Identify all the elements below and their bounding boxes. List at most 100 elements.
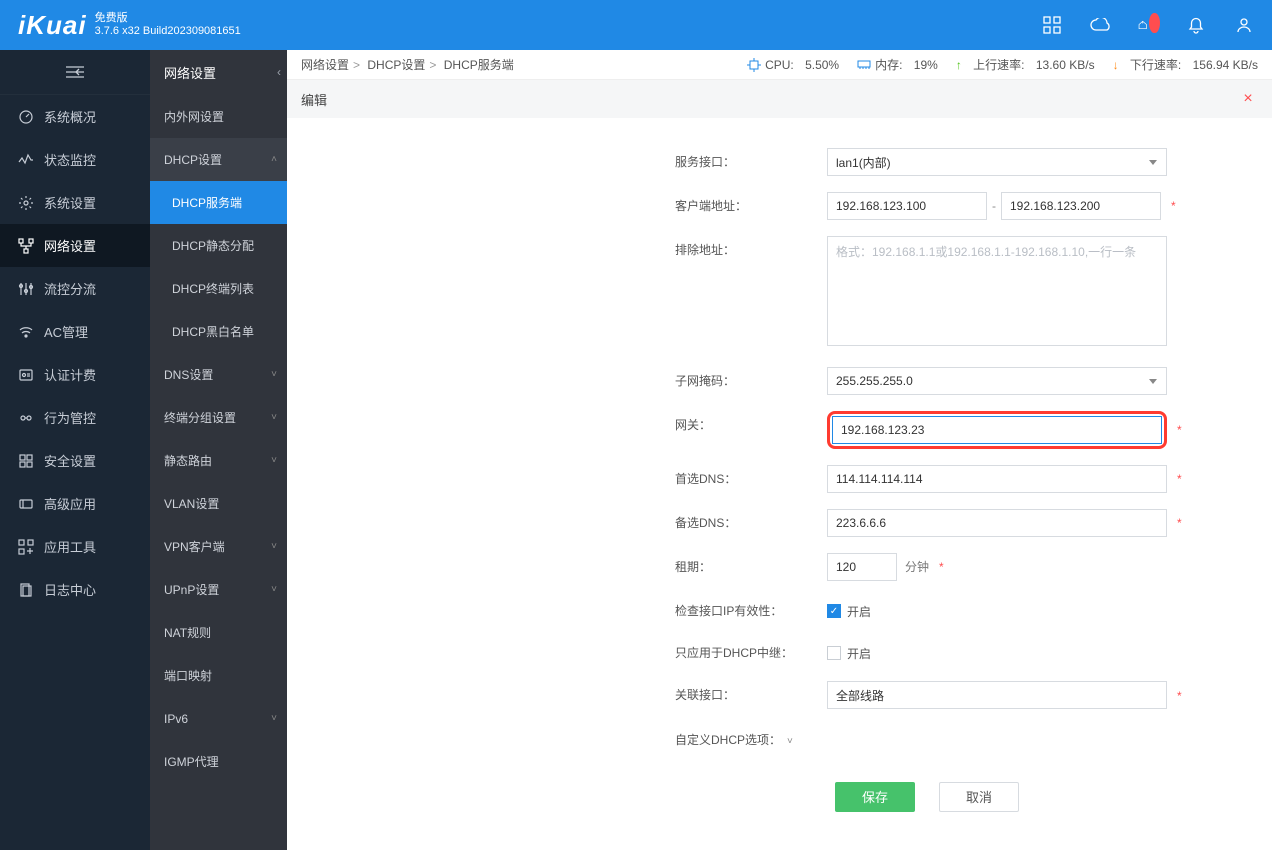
nav-item-log[interactable]: 日志中心	[0, 568, 150, 611]
chevron-down-icon: ˅	[787, 736, 793, 747]
arrow-up-icon: ↑	[956, 58, 962, 72]
gear-icon	[18, 195, 34, 211]
auth-icon	[18, 367, 34, 383]
behavior-icon	[18, 410, 34, 426]
nav-label: 日志中心	[44, 580, 96, 599]
logo-text: iKuai	[18, 10, 87, 41]
cloud-icon[interactable]	[1090, 15, 1110, 35]
chevron-down-icon: ˅	[271, 412, 277, 423]
mask-select[interactable]	[827, 367, 1167, 395]
sub-item-igmp[interactable]: IGMP代理	[150, 740, 287, 783]
sub-item-group[interactable]: 终端分组设置 ˅	[150, 396, 287, 439]
dns2-label: 备选DNS：	[287, 509, 827, 537]
nav-collapse-toggle[interactable]	[0, 50, 150, 95]
custom-label[interactable]: 自定义DHCP选项： ˅	[287, 726, 827, 756]
cpu-metric: CPU: 5.50%	[747, 58, 839, 72]
user-icon[interactable]	[1234, 15, 1254, 35]
custom-label-text: 自定义DHCP选项：	[675, 733, 781, 747]
nav-label: 高级应用	[44, 494, 96, 513]
sub-label: VLAN设置	[164, 495, 219, 512]
edit-title-bar: 编辑 ×	[287, 80, 1272, 118]
nav-item-ac[interactable]: AC管理	[0, 310, 150, 353]
client-start-input[interactable]	[827, 192, 987, 220]
status-metrics: CPU: 5.50% 内存: 19% ↑ 上行速率: 13.60 KB/s ↓ …	[747, 56, 1258, 73]
sub-item-dhcp[interactable]: DHCP设置˄	[150, 138, 287, 181]
nav-item-status[interactable]: 状态监控	[0, 138, 150, 181]
mem-value: 19%	[914, 58, 938, 72]
cpu-label: CPU:	[765, 58, 794, 72]
nav-item-system[interactable]: 系统设置	[0, 181, 150, 224]
sub-item-nat[interactable]: NAT规则	[150, 611, 287, 654]
lease-input[interactable]	[827, 553, 897, 581]
gateway-highlight	[827, 411, 1167, 449]
chevron-down-icon: ˅	[271, 713, 277, 724]
sub-child-label: DHCP服务端	[172, 194, 242, 211]
relay-checkbox[interactable]	[827, 646, 841, 660]
sub-item-dns[interactable]: DNS设置˅	[150, 353, 287, 396]
sub-label: 内外网设置	[164, 108, 224, 125]
sub-child-label: DHCP静态分配	[172, 237, 254, 254]
checkip-checkbox[interactable]: ✓	[827, 604, 841, 618]
sub-child-dhcp-server[interactable]: DHCP服务端	[150, 181, 287, 224]
gateway-input[interactable]	[832, 416, 1162, 444]
relay-text: 开启	[847, 645, 871, 662]
sub-label: 端口映射	[164, 667, 212, 684]
nav-item-overview[interactable]: 系统概况	[0, 95, 150, 138]
nav-item-flow[interactable]: 流控分流	[0, 267, 150, 310]
dns1-label: 首选DNS：	[287, 465, 827, 493]
nav-label: 行为管控	[44, 408, 96, 427]
sub-label: 终端分组设置	[164, 409, 236, 426]
assoc-input[interactable]	[827, 681, 1167, 709]
sub-item-route[interactable]: 静态路由 ˅	[150, 439, 287, 482]
client-end-input[interactable]	[1001, 192, 1161, 220]
sub-item-vpn[interactable]: VPN客户端˅	[150, 525, 287, 568]
chevron-down-icon: ˅	[271, 455, 277, 466]
save-button[interactable]: 保存	[835, 782, 915, 812]
assoc-label: 关联接口：	[287, 681, 827, 709]
sub-child-dhcp-static[interactable]: DHCP静态分配	[150, 224, 287, 267]
sub-item-vlan[interactable]: VLAN设置	[150, 482, 287, 525]
dns2-input[interactable]	[827, 509, 1167, 537]
sub-item-ipv6[interactable]: IPv6˅	[150, 697, 287, 740]
sub-label: IGMP代理	[164, 753, 219, 770]
checkip-label: 检查接口IP有效性：	[287, 597, 827, 625]
breadcrumb-item[interactable]: 网络设置	[301, 58, 349, 72]
flow-icon	[18, 281, 34, 297]
exclude-textarea[interactable]	[827, 236, 1167, 346]
sub-child-dhcp-clients[interactable]: DHCP终端列表	[150, 267, 287, 310]
nav-item-advanced[interactable]: 高级应用	[0, 482, 150, 525]
bell-icon[interactable]	[1186, 15, 1206, 35]
sub-item-upnp[interactable]: UPnP设置˅	[150, 568, 287, 611]
tools-icon	[18, 539, 34, 555]
sub-label: VPN客户端	[164, 538, 225, 555]
cancel-button[interactable]: 取消	[939, 782, 1019, 812]
nav-label: 系统概况	[44, 107, 96, 126]
gw-label: 网关：	[287, 411, 827, 439]
exclude-label: 排除地址：	[287, 236, 827, 264]
nav-item-auth[interactable]: 认证计费	[0, 353, 150, 396]
nav-item-network[interactable]: 网络设置	[0, 224, 150, 267]
monitor-icon	[18, 152, 34, 168]
nav-label: 状态监控	[44, 150, 96, 169]
primary-nav: 系统概况 状态监控 系统设置 网络设置 流控分流 AC管理 认证计费 行为管控 …	[0, 50, 150, 850]
nav-item-security[interactable]: 安全设置	[0, 439, 150, 482]
nav-item-tools[interactable]: 应用工具	[0, 525, 150, 568]
sub-item-wan[interactable]: 内外网设置	[150, 95, 287, 138]
chevron-down-icon: ˅	[271, 369, 277, 380]
mask-label: 子网掩码：	[287, 367, 827, 395]
iface-select[interactable]	[827, 148, 1167, 176]
sub-child-dhcp-bwlist[interactable]: DHCP黑白名单	[150, 310, 287, 353]
home-icon[interactable]	[1138, 15, 1158, 35]
mem-label: 内存:	[875, 56, 902, 73]
sub-label: 静态路由	[164, 452, 212, 469]
breadcrumb-item[interactable]: DHCP服务端	[444, 58, 514, 72]
close-icon[interactable]: ×	[1238, 90, 1258, 108]
sub-item-portmap[interactable]: 端口映射	[150, 654, 287, 697]
secondary-nav-collapse-icon[interactable]: ‹	[277, 65, 281, 79]
dns1-input[interactable]	[827, 465, 1167, 493]
apps-icon[interactable]	[1042, 15, 1062, 35]
dashboard-icon	[18, 109, 34, 125]
breadcrumb-item[interactable]: DHCP设置	[367, 58, 425, 72]
button-row: 保存 取消	[287, 782, 1272, 812]
nav-item-behavior[interactable]: 行为管控	[0, 396, 150, 439]
